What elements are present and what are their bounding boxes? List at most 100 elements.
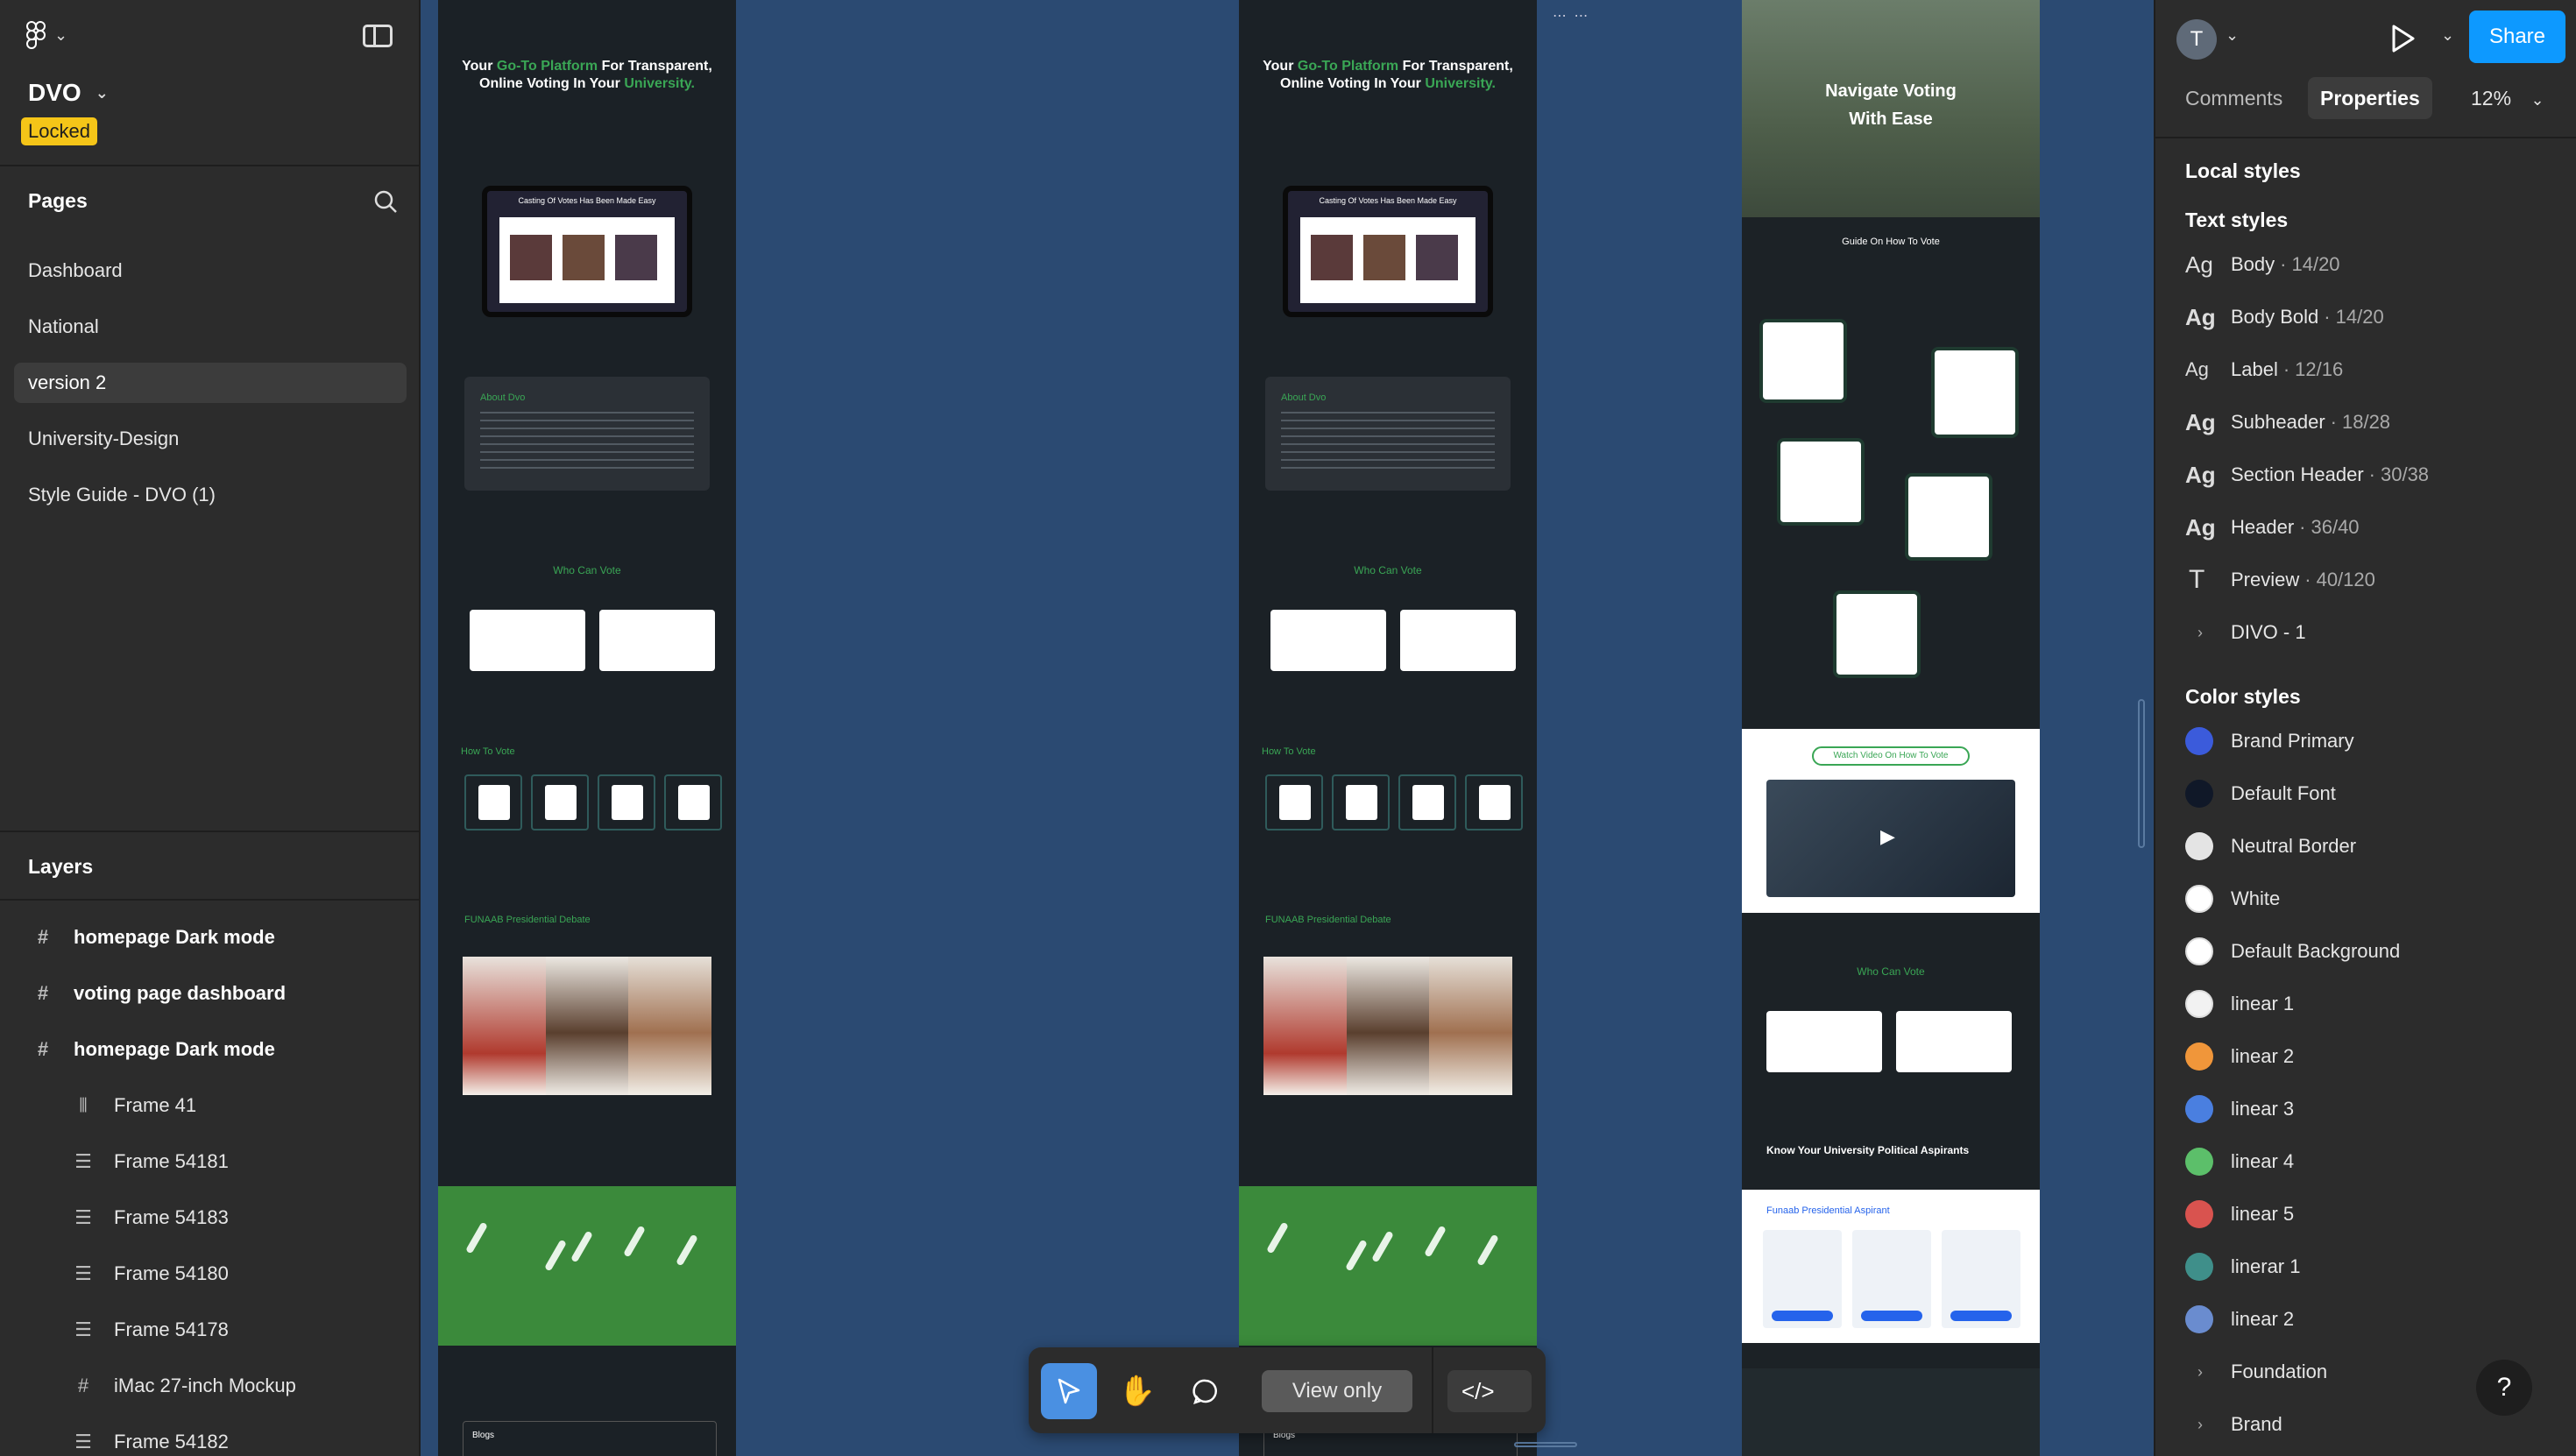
- style-group-brand[interactable]: › Brand: [2185, 1407, 2282, 1442]
- play-icon[interactable]: ▶: [1880, 825, 1895, 848]
- comment-icon: [1192, 1379, 1217, 1404]
- layer-item[interactable]: ☰ Frame 54178: [0, 1302, 421, 1358]
- laptop-mockup: Casting Of Votes Has Been Made Easy: [1283, 186, 1493, 317]
- chevron-right-icon: ›: [2197, 1362, 2203, 1381]
- color-style-item[interactable]: linerar 1: [2185, 1249, 2300, 1284]
- color-style-item[interactable]: linear 3: [2185, 1092, 2294, 1127]
- dev-mode-button[interactable]: </>: [1447, 1370, 1532, 1412]
- locked-badge: Locked: [21, 117, 97, 145]
- video-section: Watch Video On How To Vote ▶: [1742, 729, 2040, 913]
- color-swatch: [2185, 885, 2213, 913]
- hand-tool-button[interactable]: ✋: [1109, 1363, 1165, 1419]
- tab-comments[interactable]: Comments: [2173, 77, 2295, 119]
- color-style-item[interactable]: linear 2: [2185, 1039, 2294, 1074]
- layer-item[interactable]: ☰ Frame 54180: [0, 1246, 421, 1302]
- frame-icon: #: [37, 982, 49, 1004]
- color-swatch: [2185, 1305, 2213, 1333]
- separator-dot: ·: [2330, 411, 2337, 433]
- zoom-dropdown[interactable]: 12% ⌄: [2471, 77, 2544, 119]
- laptop-screen: [499, 217, 675, 303]
- move-tool-button[interactable]: [1041, 1363, 1097, 1419]
- layer-item[interactable]: # iMac 27-inch Mockup: [0, 1358, 421, 1414]
- file-header: ⌄ DVO ⌄ Locked: [0, 0, 421, 166]
- present-play-icon[interactable]: [2385, 21, 2420, 56]
- color-style-item[interactable]: linear 1: [2185, 986, 2294, 1021]
- page-item-style-guide[interactable]: Style Guide - DVO (1): [14, 475, 407, 515]
- color-style-item[interactable]: Default Background: [2185, 934, 2400, 969]
- avatar[interactable]: T: [2176, 19, 2217, 60]
- tab-properties[interactable]: Properties: [2308, 77, 2432, 119]
- style-meta: 12/16: [2295, 358, 2344, 380]
- design-canvas[interactable]: Your Go-To Platform For Transparent, Onl…: [422, 0, 2154, 1456]
- hero-text: Your: [462, 59, 497, 74]
- page-item-version-2[interactable]: version 2: [14, 363, 407, 403]
- step-card: [1332, 774, 1390, 830]
- frame-homepage-dark-2[interactable]: Navigate Voting With Ease Guide On How T…: [1742, 0, 2040, 1456]
- text-style-subheader[interactable]: Ag Subheader · 18/28: [2185, 405, 2390, 440]
- page-item-university-design[interactable]: University-Design: [14, 419, 407, 459]
- hero-text: Online Voting In Your: [479, 76, 625, 91]
- chevron-down-icon[interactable]: ⌄: [2441, 26, 2454, 45]
- text-style-group-divo[interactable]: › DIVO - 1: [2185, 615, 2306, 650]
- divider: [0, 830, 421, 832]
- hero-text: For Transparent,: [1398, 59, 1513, 74]
- disqualify-card: [1896, 1011, 2012, 1072]
- text-style-header[interactable]: Ag Header · 36/40: [2185, 510, 2360, 545]
- color-style-item[interactable]: linear 5: [2185, 1197, 2294, 1232]
- qualify-card: [1270, 610, 1386, 671]
- layer-item[interactable]: ☰ Frame 54182: [0, 1414, 421, 1456]
- layer-item[interactable]: ☰ Frame 54181: [0, 1134, 421, 1190]
- text-style-body[interactable]: Ag Body · 14/20: [2185, 247, 2340, 282]
- main-menu-button[interactable]: ⌄: [26, 21, 67, 49]
- bottom-toolbar: ✋ View only </>: [1029, 1347, 1546, 1433]
- vertical-scrollbar[interactable]: [2138, 699, 2145, 848]
- file-name[interactable]: DVO ⌄: [28, 79, 109, 107]
- color-style-item[interactable]: linear 2: [2185, 1302, 2294, 1337]
- view-only-button[interactable]: View only: [1262, 1370, 1412, 1412]
- debate-portraits: [1263, 957, 1513, 1095]
- style-group-foundation[interactable]: › Foundation: [2185, 1354, 2327, 1389]
- frame-voting-page[interactable]: Your Go-To Platform For Transparent, Onl…: [1239, 0, 1537, 1456]
- portrait-image: [545, 957, 629, 1095]
- step-card: [1398, 774, 1456, 830]
- text-style-section-header[interactable]: Ag Section Header · 30/38: [2185, 457, 2429, 492]
- share-button[interactable]: Share: [2469, 11, 2565, 63]
- horizontal-scrollbar[interactable]: [1514, 1442, 1577, 1447]
- eligibility-cards: [1270, 610, 1516, 671]
- layer-item[interactable]: # homepage Dark mode: [0, 909, 421, 965]
- color-swatch: [2185, 1043, 2213, 1071]
- layer-item[interactable]: # homepage Dark mode: [0, 1021, 421, 1078]
- comment-tool-button[interactable]: [1178, 1363, 1234, 1419]
- color-style-item[interactable]: White: [2185, 881, 2280, 916]
- more-options-icon[interactable]: ⋯ ⋯: [1553, 7, 1589, 25]
- debate-portraits: [463, 957, 712, 1095]
- help-button[interactable]: ?: [2476, 1360, 2532, 1416]
- frame-icon: #: [77, 1375, 89, 1396]
- laptop-mockup: Casting Of Votes Has Been Made Easy: [482, 186, 692, 317]
- frame-homepage-dark[interactable]: Your Go-To Platform For Transparent, Onl…: [438, 0, 736, 1456]
- text-style-body-bold[interactable]: Ag Body Bold · 14/20: [2185, 300, 2384, 335]
- video-player[interactable]: ▶: [1766, 780, 2015, 897]
- text-styles-title: Text styles: [2185, 209, 2289, 231]
- color-style-item[interactable]: Default Font: [2185, 776, 2336, 811]
- toggle-sidebar-icon[interactable]: [363, 25, 393, 47]
- color-style-item[interactable]: linear 4: [2185, 1144, 2294, 1179]
- text-style-preview[interactable]: T Preview · 40/120: [2185, 562, 2375, 597]
- color-style-item[interactable]: Brand Primary: [2185, 724, 2354, 759]
- text-style-label[interactable]: Ag Label · 12/16: [2185, 352, 2343, 387]
- color-style-item[interactable]: Neutral Border: [2185, 829, 2356, 864]
- page-item-dashboard[interactable]: Dashboard: [14, 251, 407, 291]
- layer-item[interactable]: ☰ Frame 54183: [0, 1190, 421, 1246]
- layer-label: homepage Dark mode: [74, 1038, 275, 1060]
- color-swatch: [2185, 937, 2213, 965]
- chevron-down-icon[interactable]: ⌄: [2226, 26, 2239, 45]
- step-card: [1777, 438, 1865, 526]
- local-styles-title: Local styles: [2185, 159, 2301, 182]
- about-text-lines: [480, 412, 694, 473]
- cursor-icon: [1058, 1378, 1080, 1404]
- layer-item[interactable]: ⫴ Frame 41: [0, 1078, 421, 1134]
- layer-item[interactable]: # voting page dashboard: [0, 965, 421, 1021]
- page-item-national[interactable]: National: [14, 307, 407, 347]
- qualify-card: [470, 610, 585, 671]
- search-icon[interactable]: [373, 189, 398, 214]
